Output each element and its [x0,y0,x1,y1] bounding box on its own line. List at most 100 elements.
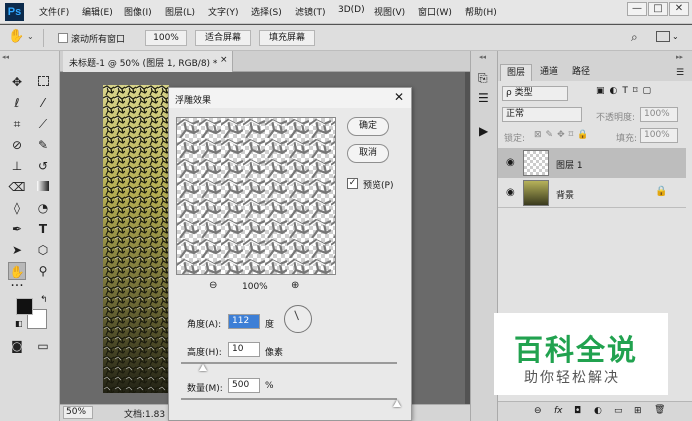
height-slider-thumb[interactable] [198,364,207,371]
expand-icon[interactable]: ◂◂ [479,53,486,61]
search-icon[interactable]: ⌕ [631,30,638,45]
opacity-input[interactable]: 100% [640,107,678,122]
crop-tool-icon[interactable]: ⌗ [8,115,26,133]
menu-window[interactable]: 窗口(W) [418,5,452,18]
fill-input[interactable]: 100% [640,128,678,143]
dialog-titlebar[interactable]: 浮雕效果 ✕ [169,88,411,108]
maximize-button[interactable]: □ [648,2,668,16]
menu-filter[interactable]: 滤镜(T) [295,5,326,18]
tab-layers[interactable]: 图层 [500,64,533,81]
layer-name[interactable]: 背景 [556,188,574,201]
default-colors-icon[interactable]: ◧ [15,319,23,328]
amount-slider-track[interactable] [181,398,397,400]
pen-tool-icon[interactable]: ✒ [8,220,26,238]
screen-mode-icon[interactable]: ▭ [34,337,52,355]
visibility-eye-icon[interactable]: ◉ [506,187,515,198]
path-selection-icon[interactable]: ➤ [8,241,26,259]
menu-file[interactable]: 文件(F) [39,5,69,18]
panel-collapse-icon[interactable]: ▸▸ [676,53,683,61]
minimize-button[interactable]: — [627,2,647,16]
filter-icons[interactable]: ▣◐T⌑▢ [596,86,656,96]
menu-3d[interactable]: 3D(D) [338,5,365,15]
actions-play-icon[interactable]: ▶ [479,124,488,138]
delete-layer-icon[interactable]: 🗑 [654,405,665,415]
tab-paths[interactable]: 路径 [566,64,596,81]
lasso-tool-icon[interactable]: ℓ [8,94,26,112]
brush-tool-icon[interactable]: ✎ [34,136,52,154]
layer-row-layer1[interactable]: ◉ 图层 1 [498,148,686,178]
menu-type[interactable]: 文字(Y) [208,5,239,18]
fit-screen-button[interactable]: 适合屏幕 [195,30,251,46]
layer-filter-select[interactable]: ρ 类型 [502,86,568,101]
zoom-in-icon[interactable]: ⊕ [291,280,299,291]
menu-image[interactable]: 图像(I) [124,5,152,18]
add-mask-icon[interactable]: ◘ [574,406,581,416]
healing-brush-icon[interactable]: ⊘ [8,136,26,154]
history-panel-icon[interactable]: ⎘ [478,71,488,86]
height-slider-track[interactable] [181,362,397,364]
fill-screen-button[interactable]: 填充屏幕 [259,30,315,46]
dialog-close-icon[interactable]: ✕ [394,90,404,104]
marquee-tool-icon[interactable] [34,73,52,91]
lock-icons[interactable]: ⊠✎✥⌑🔒 [534,130,592,140]
amount-slider-thumb[interactable] [393,400,401,407]
hand-tool-icon[interactable]: ✋ [8,29,24,44]
swap-colors-icon[interactable]: ↰ [40,295,48,305]
zoom-out-icon[interactable]: ⊖ [209,280,217,291]
amount-input[interactable]: 500 [228,378,260,393]
ok-button[interactable]: 确定 [347,117,389,136]
shape-tool-icon[interactable]: ⬡ [34,241,52,259]
close-tab-icon[interactable]: × [220,55,228,65]
tab-channels[interactable]: 通道 [534,64,564,81]
menu-edit[interactable]: 编辑(E) [82,5,113,18]
layer-row-background[interactable]: ◉ 背景 🔒 [498,178,686,208]
move-tool-icon[interactable]: ✥ [8,73,26,91]
document-size: 文档:1.83 [124,410,166,420]
scroll-all-checkbox[interactable] [58,33,68,43]
more-tools-icon[interactable]: ··· [8,277,26,295]
type-tool-icon[interactable]: T [34,220,52,238]
document-tab[interactable]: 未标题-1 @ 50% (图层 1, RGB/8) * × [63,51,233,72]
chevron-down-icon[interactable]: ⌄ [27,32,34,41]
workspace-icon[interactable] [656,31,670,42]
preview-area[interactable] [176,117,336,275]
blur-tool-icon[interactable]: ◊ [8,199,26,217]
new-layer-icon[interactable]: ⊞ [634,406,642,416]
cancel-button[interactable]: 取消 [347,144,389,163]
link-layers-icon[interactable]: ⊖ [534,406,542,416]
height-unit: 像素 [265,348,284,358]
eraser-tool-icon[interactable]: ⌫ [8,178,26,196]
menu-layer[interactable]: 图层(L) [165,5,195,18]
magic-wand-icon[interactable]: ⁄ [34,94,52,112]
collapse-icon[interactable]: ◂◂ [2,53,9,61]
zoom-level[interactable]: 50% [63,406,93,419]
eyedropper-tool-icon[interactable]: ⟋ [34,115,52,133]
height-input[interactable]: 10 [228,342,260,357]
gradient-tool-icon[interactable] [34,178,52,196]
layer-name[interactable]: 图层 1 [556,158,583,171]
zoom-tool-icon[interactable]: ⚲ [34,262,52,280]
stamp-tool-icon[interactable]: ⊥ [8,157,26,175]
preview-checkbox[interactable]: ✓ [347,178,358,189]
quick-mask-icon[interactable]: ◙ [8,337,26,355]
options-bar: ✋ ⌄ 滚动所有窗口 100% 适合屏幕 填充屏幕 ⌕ ⌄ [0,25,692,51]
close-window-button[interactable]: ✕ [669,2,689,16]
visibility-eye-icon[interactable]: ◉ [506,157,515,168]
angle-dial[interactable] [284,305,312,333]
blend-mode-select[interactable]: 正常 [502,107,582,122]
angle-input[interactable]: 112 [228,314,260,329]
new-group-icon[interactable]: ▭ [614,406,623,416]
adjustment-layer-icon[interactable]: ◐ [594,406,602,416]
history-brush-icon[interactable]: ↺ [34,157,52,175]
workspace-chevron-icon[interactable]: ⌄ [672,32,679,41]
properties-panel-icon[interactable]: ☰ [478,91,489,105]
dodge-tool-icon[interactable]: ◔ [34,199,52,217]
menu-help[interactable]: 帮助(H) [465,5,497,18]
menu-select[interactable]: 选择(S) [251,5,282,18]
foreground-color-swatch-top[interactable] [16,298,33,315]
document-image[interactable] [103,85,169,393]
panel-menu-icon[interactable]: ☰ [676,68,684,78]
fx-icon[interactable]: fx [554,406,563,416]
menu-view[interactable]: 视图(V) [374,5,405,18]
zoom-100-button[interactable]: 100% [145,30,187,46]
